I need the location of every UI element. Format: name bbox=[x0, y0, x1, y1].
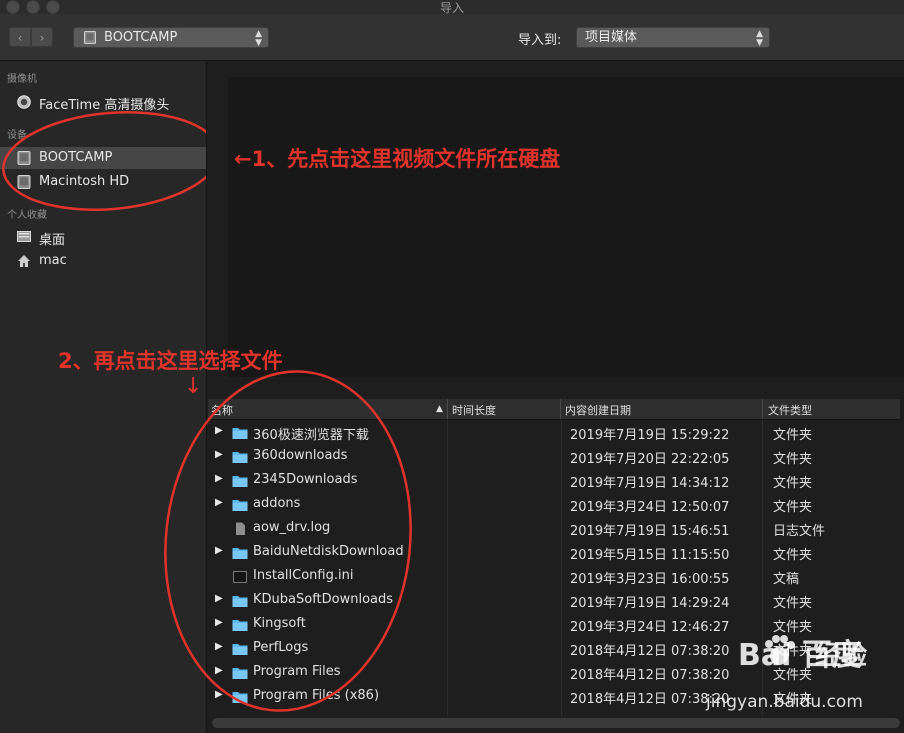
row-file-type: 日志文件 bbox=[773, 524, 826, 539]
annotation-step1: ←1、先点击这里视频文件所在硬盘 bbox=[234, 147, 561, 171]
baidu-watermark: Bai 百度 经验 jingyan.baidu.com bbox=[702, 630, 902, 720]
row-created-date: 2019年7月19日 15:46:51 bbox=[570, 524, 730, 539]
row-file-type: 文件夹 bbox=[773, 596, 813, 611]
row-file-type: 文稿 bbox=[773, 572, 800, 587]
column-header-created[interactable]: 内容创建日期 bbox=[565, 402, 631, 418]
select-arrows-icon: ▲ ▼ bbox=[255, 29, 262, 48]
row-created-date: 2019年3月23日 16:00:55 bbox=[570, 572, 730, 587]
row-created-date: 2019年7月20日 22:22:05 bbox=[570, 452, 730, 467]
column-divider[interactable] bbox=[762, 399, 763, 419]
row-created-date: 2019年3月24日 12:50:07 bbox=[570, 500, 730, 515]
title-bar: 导入 bbox=[0, 0, 904, 15]
import-to-label: 导入到: bbox=[518, 33, 562, 48]
forward-button[interactable]: › bbox=[31, 27, 53, 47]
annotation-circle-devices bbox=[2, 111, 206, 211]
column-header-duration[interactable]: 时间长度 bbox=[452, 402, 496, 418]
column-divider[interactable] bbox=[447, 399, 448, 419]
back-button[interactable]: ‹ bbox=[9, 27, 31, 47]
source-select[interactable]: BOOTCAMP ▲ ▼ bbox=[73, 27, 269, 48]
row-file-type: 文件夹 bbox=[773, 452, 813, 467]
select-arrows-icon: ▲ ▼ bbox=[756, 29, 763, 48]
row-created-date: 2019年7月19日 14:29:24 bbox=[570, 596, 730, 611]
watermark-url: jingyan.baidu.com bbox=[706, 692, 863, 712]
annotation-circle-files bbox=[164, 370, 412, 712]
column-header-type[interactable]: 文件类型 bbox=[768, 402, 812, 418]
row-file-type: 文件夹 bbox=[773, 428, 813, 443]
import-to-select[interactable]: 项目媒体 ▲ ▼ bbox=[576, 27, 770, 48]
row-file-type: 文件夹 bbox=[773, 548, 813, 563]
forward-arrow-icon: › bbox=[39, 31, 45, 45]
row-file-type: 文件夹 bbox=[773, 500, 813, 515]
row-created-date: 2019年7月19日 14:34:12 bbox=[570, 476, 730, 491]
row-file-type: 文件夹 bbox=[773, 476, 813, 491]
row-created-date: 2019年7月19日 15:29:22 bbox=[570, 428, 730, 443]
row-created-date: 2019年5月15日 11:15:50 bbox=[570, 548, 730, 563]
column-divider[interactable] bbox=[560, 399, 561, 419]
watermark-brand: 经验 bbox=[815, 641, 868, 671]
preview-area bbox=[228, 77, 904, 377]
toolbar: ‹ › BOOTCAMP ▲ ▼ 导入到: 项目媒体 ▲ ▼ bbox=[0, 14, 904, 61]
back-arrow-icon: ‹ bbox=[17, 31, 23, 45]
sort-ascending-icon[interactable]: ▲ bbox=[436, 404, 443, 414]
drive-icon bbox=[84, 31, 96, 44]
import-to-value: 项目媒体 bbox=[585, 30, 638, 45]
source-select-value: BOOTCAMP bbox=[104, 30, 178, 45]
